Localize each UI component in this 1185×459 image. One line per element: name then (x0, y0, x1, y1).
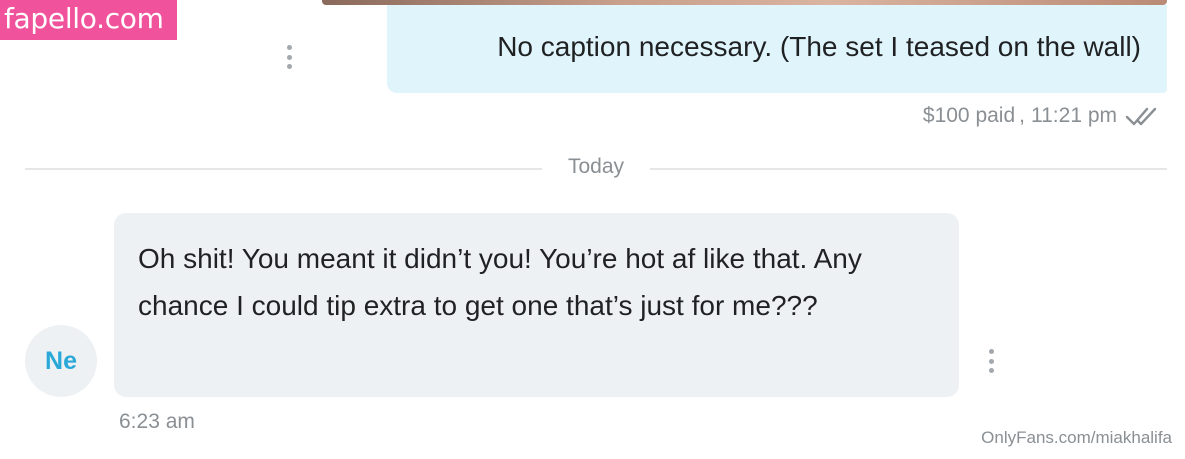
price-paid-label: $100 paid (922, 104, 1016, 127)
watermark-logo: fapello.com (0, 0, 177, 40)
outgoing-message-meta: $100 paid , 11:21 pm (923, 104, 1161, 128)
watermark-source: OnlyFans.com/miakhalifa (981, 428, 1172, 447)
outgoing-message-time: 11:21 pm (1031, 104, 1117, 127)
sender-avatar[interactable]: Ne (25, 325, 97, 397)
date-divider-label: Today (567, 155, 625, 178)
outgoing-message-options-icon[interactable] (286, 45, 292, 69)
outgoing-message-bubble[interactable]: No caption necessary. (The set I teased … (387, 5, 1167, 93)
avatar-initials: Ne (45, 346, 77, 375)
incoming-message-bubble[interactable]: Oh shit! You meant it didn’t you! You’re… (114, 213, 959, 397)
outgoing-message-text: No caption necessary. (The set I teased … (497, 31, 1141, 62)
incoming-message-time: 6:23 am (119, 410, 195, 433)
meta-separator: , (1019, 104, 1025, 127)
date-divider-line-left (25, 168, 542, 170)
double-check-icon (1125, 107, 1157, 126)
incoming-message-options-icon[interactable] (988, 349, 994, 373)
incoming-message-text: Oh shit! You meant it didn’t you! You’re… (138, 243, 862, 321)
date-divider-line-right (650, 168, 1167, 170)
